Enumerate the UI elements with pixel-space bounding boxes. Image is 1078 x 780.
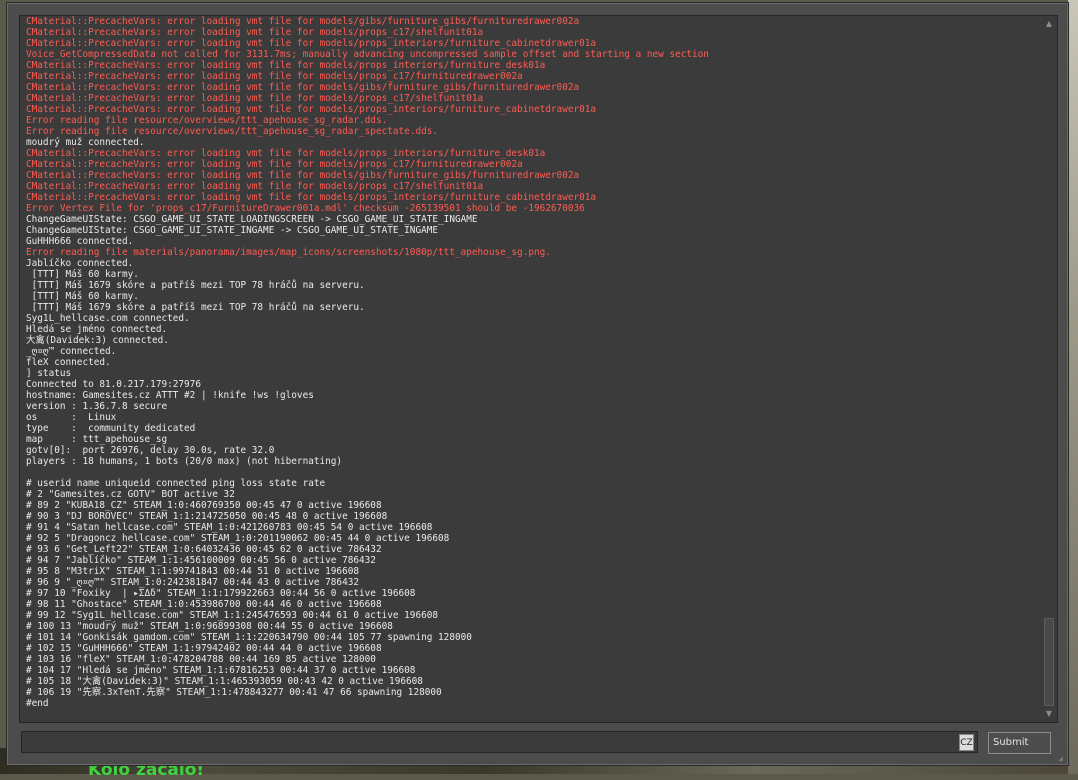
console-line: moudrý muž connected. bbox=[26, 137, 145, 148]
console-line: # 92 5 "Dragoncz hellcase.com" STEAM_1:0… bbox=[26, 533, 450, 544]
console-line: # 102 15 "GuHHH666" STEAM_1:1:97942402 0… bbox=[26, 643, 382, 654]
console-line: Jablíčko connected. bbox=[26, 258, 134, 269]
console-line: gotv[0]: port 26976, delay 30.0s, rate 3… bbox=[26, 445, 275, 456]
console-line: # 95 8 "M3triX" STEAM_1:1:99741843 00:44… bbox=[26, 566, 360, 577]
console-error-line: CMaterial::PrecacheVars: error loading v… bbox=[26, 60, 546, 71]
console-line: [TTT] Máš 1679 skóre a patříš mezi TOP 7… bbox=[26, 302, 365, 313]
game-background-edge bbox=[1068, 0, 1078, 774]
console-line: type : community dedicated bbox=[26, 423, 196, 434]
scroll-track[interactable] bbox=[1044, 32, 1054, 706]
console-line: ] status bbox=[26, 368, 72, 379]
console-error-line: CMaterial::PrecacheVars: error loading v… bbox=[26, 192, 597, 203]
console-line: # 101 14 "Gonkisák gamdom.com" STEAM_1:1… bbox=[26, 632, 472, 643]
console-error-line: CMaterial::PrecacheVars: error loading v… bbox=[26, 148, 546, 159]
console-line: 大禽(Davidek:3) connected. bbox=[26, 335, 169, 346]
console-error-line: Voice_GetCompressedData not called for 3… bbox=[26, 49, 709, 60]
console-line: # 2 "Gamesites.cz GOTV" BOT active 32 bbox=[26, 489, 235, 500]
console-line: # 103 16 "fleX" STEAM_1:0:478204788 00:4… bbox=[26, 654, 376, 665]
console-line: # 99 12 "Syg1L_hellcase.com" STEAM_1:1:2… bbox=[26, 610, 439, 621]
console-line: # 96 9 "_ღ¤ღ™" STEAM_1:0:242381847 00:44… bbox=[26, 577, 360, 588]
console-error-line: CMaterial::PrecacheVars: error loading v… bbox=[26, 170, 580, 181]
console-line: # userid name uniqueid connected ping lo… bbox=[26, 478, 326, 489]
console-error-line: Error reading file materials/panorama/im… bbox=[26, 247, 551, 258]
console-line: [TTT] Máš 1679 skóre a patříš mezi TOP 7… bbox=[26, 280, 365, 291]
console-line: _ღ¤ღ™ connected. bbox=[26, 346, 117, 357]
console-line: # 90 3 "DJ BOROVEC" STEAM_1:1:214725050 … bbox=[26, 511, 388, 522]
console-line: # 106 19 "先察.3xTenT.先察" STEAM_1:1:478843… bbox=[26, 687, 442, 698]
console-error-line: CMaterial::PrecacheVars: error loading v… bbox=[26, 159, 523, 170]
console-line: hostname: Gamesites.cz ATTT #2 | !knife … bbox=[26, 390, 314, 401]
console-line: # 93 6 "Get_Left22" STEAM_1:0:64032436 0… bbox=[26, 544, 382, 555]
console-error-line: CMaterial::PrecacheVars: error loading v… bbox=[26, 38, 597, 49]
console-line: # 97 10 "Foxiky | ▸ΣΔδ" STEAM_1:1:179922… bbox=[26, 588, 416, 599]
console-log: CMaterial::PrecacheVars: error loading v… bbox=[26, 16, 1036, 709]
console-line: # 89 2 "KUBA18_CZ" STEAM_1:0:460769350 0… bbox=[26, 500, 382, 511]
console-error-line: CMaterial::PrecacheVars: error loading v… bbox=[26, 181, 484, 192]
scroll-up-arrow-icon[interactable]: ▲ bbox=[1043, 18, 1055, 30]
scroll-down-arrow-icon[interactable]: ▼ bbox=[1043, 708, 1055, 720]
console-line: ChangeGameUIState: CSGO_GAME_UI_STATE_LO… bbox=[26, 214, 478, 225]
scroll-thumb[interactable] bbox=[1044, 618, 1054, 706]
console-line: #end bbox=[26, 698, 49, 709]
console-error-line: Error Vertex File for 'props_c17/Furnitu… bbox=[26, 203, 585, 214]
console-line: # 105 18 "大禽(Davidek:3)" STEAM_1:1:46539… bbox=[26, 676, 423, 687]
console-line: version : 1.36.7.8 secure bbox=[26, 401, 168, 412]
console-line: fleX connected. bbox=[26, 357, 111, 368]
console-line: Hledá se jméno connected. bbox=[26, 324, 168, 335]
submit-button[interactable]: Submit bbox=[988, 732, 1051, 754]
console-line: # 100 13 "moudrý muž" STEAM_1:0:96899308… bbox=[26, 621, 393, 632]
console-line: # 94 7 "Jablíčko" STEAM_1:1:456100009 00… bbox=[26, 555, 376, 566]
console-error-line: CMaterial::PrecacheVars: error loading v… bbox=[26, 104, 597, 115]
console-error-line: Error reading file resource/overviews/tt… bbox=[26, 126, 439, 137]
console-line: [TTT] Máš 60 karmy. bbox=[26, 291, 139, 302]
console-line: players : 18 humans, 1 bots (20/0 max) (… bbox=[26, 456, 343, 467]
developer-console-window: CMaterial::PrecacheVars: error loading v… bbox=[6, 2, 1069, 766]
console-line: ChangeGameUIState: CSGO_GAME_UI_STATE_IN… bbox=[26, 225, 439, 236]
console-line: map : ttt_apehouse_sg bbox=[26, 434, 168, 445]
console-line: # 98 11 "Ghostace" STEAM_1:0:453986700 0… bbox=[26, 599, 382, 610]
resize-grip-icon[interactable]: ◢ bbox=[1058, 755, 1066, 763]
console-line: Connected to 81.0.217.179:27976 bbox=[26, 379, 201, 390]
keyboard-language-indicator: CZ bbox=[959, 734, 974, 751]
console-error-line: CMaterial::PrecacheVars: error loading v… bbox=[26, 16, 580, 27]
console-error-line: CMaterial::PrecacheVars: error loading v… bbox=[26, 71, 523, 82]
console-line: Syg1L_hellcase.com connected. bbox=[26, 313, 190, 324]
console-line: [TTT] Máš 60 karmy. bbox=[26, 269, 139, 280]
console-error-line: CMaterial::PrecacheVars: error loading v… bbox=[26, 82, 580, 93]
console-command-input[interactable] bbox=[21, 731, 978, 753]
console-line: # 91 4 "Satan hellcase.com" STEAM_1:0:42… bbox=[26, 522, 433, 533]
console-error-line: Error reading file resource/overviews/tt… bbox=[26, 115, 388, 126]
console-error-line: CMaterial::PrecacheVars: error loading v… bbox=[26, 27, 484, 38]
console-line: os : Linux bbox=[26, 412, 117, 423]
console-log-area[interactable]: CMaterial::PrecacheVars: error loading v… bbox=[19, 15, 1058, 723]
console-line: # 104 17 "Hledá se jméno" STEAM_1:1:6781… bbox=[26, 665, 416, 676]
console-scrollbar[interactable]: ▲ ▼ bbox=[1043, 18, 1055, 720]
console-error-line: CMaterial::PrecacheVars: error loading v… bbox=[26, 93, 484, 104]
console-line: GuHHH666 connected. bbox=[26, 236, 134, 247]
